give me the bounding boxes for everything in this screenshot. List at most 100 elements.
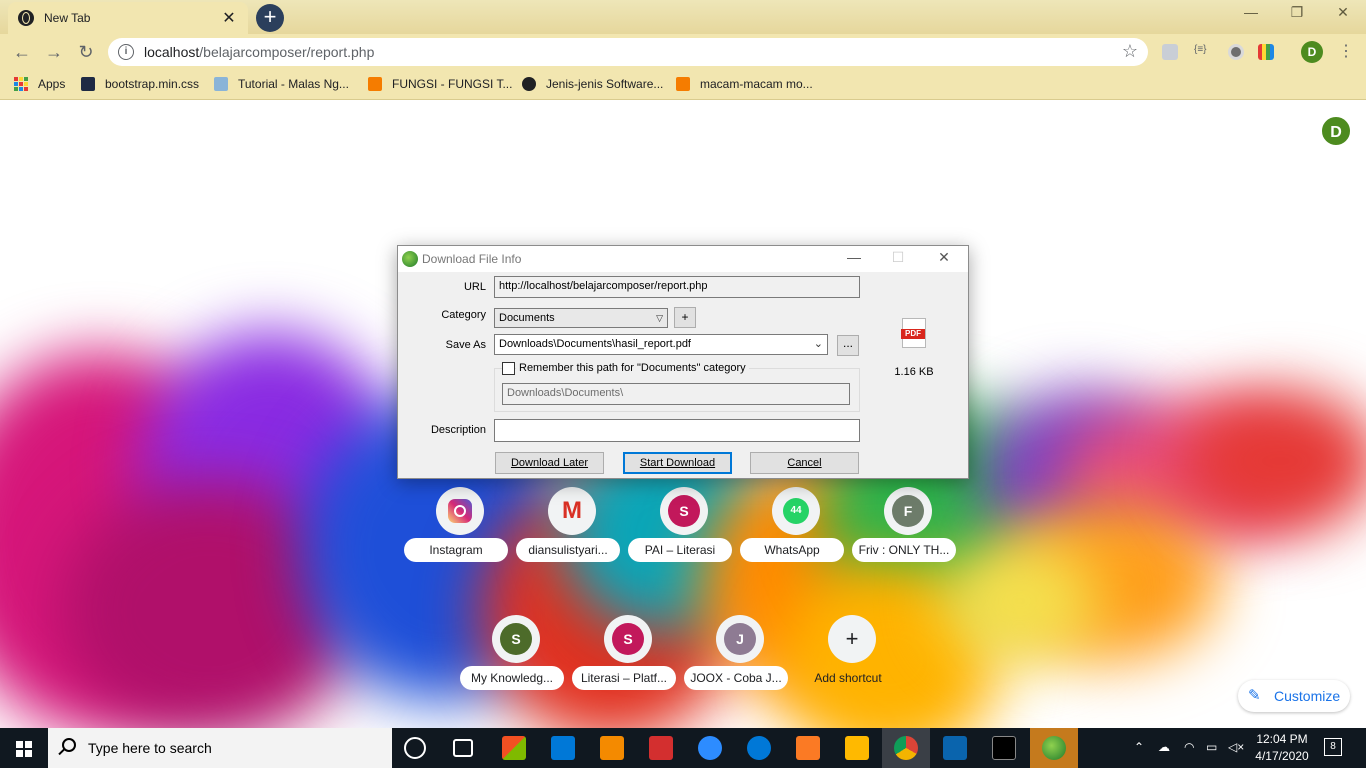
bookmark-apps[interactable]: Apps <box>14 77 65 91</box>
network-error-icon[interactable]: ☁ <box>1158 740 1170 754</box>
browse-button[interactable]: ... <box>837 335 859 356</box>
shortcut-label: Friv : ONLY TH... <box>852 538 956 562</box>
dialog-minimize-button[interactable]: — <box>832 249 876 265</box>
xampp-icon[interactable] <box>796 736 820 760</box>
ntp-profile-avatar[interactable]: D <box>1320 115 1352 147</box>
mail-icon[interactable] <box>551 736 575 760</box>
save-as-combo[interactable]: Downloads\Documents\hasil_report.pdf ⌄ <box>494 334 828 355</box>
edge-icon[interactable] <box>747 736 771 760</box>
shortcut-my-knowledge[interactable]: S My Knowledg... <box>460 615 572 727</box>
dialog-close-button[interactable]: ✕ <box>922 249 966 266</box>
tab-close-icon[interactable]: ✕ <box>220 8 238 28</box>
task-view-icon[interactable] <box>453 739 473 757</box>
category-select[interactable]: Documents ▽ <box>494 308 668 328</box>
site-letter-icon: F <box>884 487 932 535</box>
bookmark-label: bootstrap.min.css <box>105 77 200 91</box>
gmail-icon: M <box>548 487 596 535</box>
cancel-button[interactable]: Cancel <box>750 452 859 474</box>
volume-mute-icon[interactable]: ◁× <box>1228 740 1244 754</box>
tab-new-tab[interactable]: New Tab ✕ <box>8 2 248 34</box>
shortcut-literasi-platform[interactable]: S Literasi – Platf... <box>572 615 684 727</box>
plus-icon: + <box>828 615 876 663</box>
whatsapp-icon: 44 <box>772 487 820 535</box>
bookmark-tutorial[interactable]: Tutorial - Malas Ng... <box>214 77 349 91</box>
add-category-button[interactable]: + <box>674 307 696 328</box>
shortcut-instagram[interactable]: Instagram <box>404 487 516 599</box>
close-window-button[interactable]: ✕ <box>1320 4 1366 21</box>
bookmark-bootstrap[interactable]: bootstrap.min.css <box>81 77 199 91</box>
taskbar-search-box[interactable]: Type here to search <box>48 728 392 768</box>
extension-circle-icon[interactable] <box>1228 44 1244 60</box>
new-tab-button[interactable]: + <box>256 4 284 32</box>
file-explorer-icon[interactable] <box>845 736 869 760</box>
bookmarks-bar: Apps bootstrap.min.css Tutorial - Malas … <box>0 70 1366 100</box>
shortcut-gmail[interactable]: M diansulistyari... <box>516 487 628 599</box>
chevron-up-icon[interactable]: ⌃ <box>1134 740 1144 754</box>
bookmark-jenis[interactable]: Jenis-jenis Software... <box>522 77 663 91</box>
download-file-info-dialog: Download File Info — ☐ ✕ URL http://loca… <box>397 245 969 479</box>
shortcut-pai-literasi[interactable]: S PAI – Literasi <box>628 487 740 599</box>
bookmark-fungsi[interactable]: FUNGSI - FUNGSI T... <box>368 77 512 91</box>
sublime-icon[interactable] <box>600 736 624 760</box>
customize-button[interactable]: ✎ Customize <box>1238 680 1350 712</box>
file-size: 1.16 KB <box>894 366 934 378</box>
shortcut-label: WhatsApp <box>740 538 844 562</box>
remember-path-checkbox[interactable] <box>502 362 515 375</box>
extension-colors-icon[interactable] <box>1258 44 1274 60</box>
forward-icon[interactable]: → <box>42 40 66 64</box>
back-icon[interactable]: ← <box>10 40 34 64</box>
tab-title: New Tab <box>44 11 91 25</box>
extension-touch-icon[interactable] <box>1162 44 1178 60</box>
cortana-icon[interactable] <box>404 737 426 759</box>
chrome-taskbar-item[interactable] <box>882 728 930 768</box>
url-path: /belajarcomposer/report.php <box>199 44 375 60</box>
info-icon[interactable]: i <box>118 44 134 60</box>
vscode-icon[interactable] <box>943 736 967 760</box>
shortcut-label: Add shortcut <box>814 671 882 685</box>
restore-button[interactable]: ❐ <box>1274 4 1320 21</box>
gift-app-icon[interactable] <box>649 736 673 760</box>
idm-taskbar-item[interactable] <box>1030 728 1078 768</box>
browser-toolbar: ← → ↻ i localhost/belajarcomposer/report… <box>0 34 1366 70</box>
system-clock[interactable]: 12:04 PM 4/17/2020 <box>1252 731 1312 765</box>
remember-path-label[interactable]: Remember this path for "Documents" categ… <box>516 362 749 374</box>
start-button[interactable] <box>0 728 48 768</box>
idm-icon <box>1042 736 1066 760</box>
battery-icon[interactable]: ▭ <box>1206 740 1217 754</box>
clock-time: 12:04 PM <box>1256 732 1308 746</box>
dialog-title: Download File Info <box>422 252 522 266</box>
wifi-icon[interactable]: ◠ <box>1184 740 1194 754</box>
extension-json-icon[interactable]: {≡} <box>1194 44 1214 60</box>
dialog-titlebar[interactable]: Download File Info — ☐ ✕ <box>398 246 968 272</box>
url-field[interactable]: http://localhost/belajarcomposer/report.… <box>494 276 860 298</box>
windows-logo-icon <box>16 741 32 757</box>
shortcut-joox[interactable]: J JOOX - Coba J... <box>684 615 796 727</box>
start-download-button[interactable]: Start Download <box>623 452 732 474</box>
shortcut-whatsapp[interactable]: 44 WhatsApp <box>740 487 852 599</box>
download-later-button[interactable]: Download Later <box>495 452 604 474</box>
bookmark-label: FUNGSI - FUNGSI T... <box>392 77 513 91</box>
plus-glyph: + <box>845 626 859 651</box>
store-icon[interactable] <box>502 736 526 760</box>
profile-avatar[interactable]: D <box>1301 41 1323 63</box>
description-input[interactable] <box>494 419 860 442</box>
site-letter-icon: J <box>716 615 764 663</box>
reload-icon[interactable]: ↻ <box>74 40 98 64</box>
chevron-down-icon: ▽ <box>656 313 663 323</box>
shortcut-add[interactable]: + Add shortcut <box>796 615 908 727</box>
notification-center-icon[interactable]: 8 <box>1324 738 1342 756</box>
menu-kebab-icon[interactable]: ⋮ <box>1338 41 1354 61</box>
search-icon <box>62 738 76 752</box>
blogger-icon <box>368 77 382 91</box>
letter-avatar: S <box>612 623 644 655</box>
bookmark-star-icon[interactable]: ☆ <box>1122 41 1138 62</box>
blogger-icon <box>676 77 690 91</box>
zoom-icon[interactable] <box>698 736 722 760</box>
terminal-icon[interactable] <box>992 736 1016 760</box>
bookmark-macam[interactable]: macam-macam mo... <box>676 77 813 91</box>
site-icon <box>214 77 228 91</box>
minimize-button[interactable]: — <box>1228 4 1274 20</box>
shortcut-label: My Knowledg... <box>460 666 564 690</box>
address-bar[interactable]: i localhost/belajarcomposer/report.php ☆ <box>108 38 1148 66</box>
shortcut-friv[interactable]: F Friv : ONLY TH... <box>852 487 964 599</box>
